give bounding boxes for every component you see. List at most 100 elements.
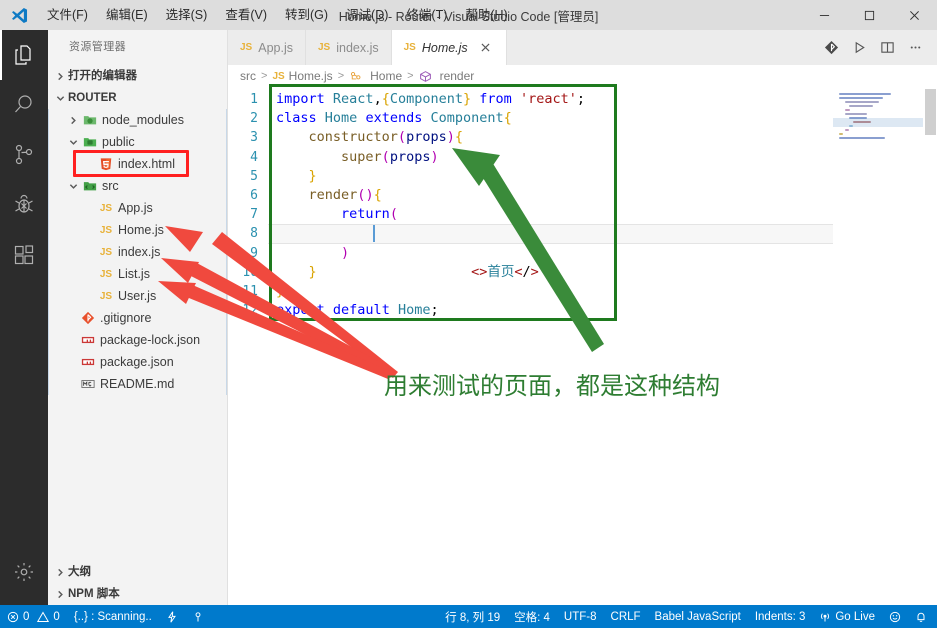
menu-help[interactable]: 帮助(H) — [456, 0, 516, 30]
code-line[interactable]: class Home extends Component{ — [268, 109, 937, 128]
menu-terminal[interactable]: 终端(T) — [397, 0, 456, 30]
sidebar-title: 资源管理器 — [69, 41, 126, 53]
editor-group: JS App.js JS index.js JS Home.js src > J… — [228, 30, 937, 605]
js-icon: JS — [99, 224, 113, 236]
minimize-button[interactable] — [802, 0, 847, 30]
sidebar-section-project[interactable]: ROUTER — [48, 87, 227, 109]
status-language-mode[interactable]: Babel JavaScript — [648, 605, 748, 628]
code-line[interactable]: export default Home; — [268, 301, 937, 320]
folder-src-icon — [81, 175, 99, 197]
code-line[interactable]: ) — [268, 244, 937, 263]
tree-item-label: Home.js — [118, 223, 164, 237]
vscode-window: 文件(F) 编辑(E) 选择(S) 查看(V) 转到(G) 调试(D) 终端(T… — [0, 0, 937, 628]
sidebar-section-outline[interactable]: 大纲 — [48, 561, 227, 583]
tree-item-label: README.md — [100, 377, 175, 391]
status-eol[interactable]: CRLF — [604, 605, 648, 628]
tree-item-src[interactable]: src — [49, 175, 226, 197]
tree-item-package-lock-json[interactable]: package-lock.json — [49, 329, 226, 351]
line-number: 12 — [242, 303, 258, 319]
tab-label: index.js — [336, 40, 379, 55]
status-indents[interactable]: Indents: 3 — [748, 605, 813, 628]
menu-file[interactable]: 文件(F) — [38, 0, 97, 30]
tree-item-home-js[interactable]: JS Home.js — [49, 219, 226, 241]
ellipsis-icon[interactable] — [901, 30, 929, 65]
activity-settings[interactable] — [0, 547, 48, 597]
activity-extensions[interactable] — [0, 230, 48, 280]
text-cursor — [373, 225, 376, 243]
code-line[interactable]: } — [268, 282, 937, 301]
tree-item-app-js[interactable]: JS App.js — [49, 197, 226, 219]
code-line[interactable]: } — [268, 263, 937, 282]
git-icon[interactable] — [817, 30, 845, 65]
status-problems[interactable]: 0 0 — [0, 605, 67, 628]
sidebar-section-npm-scripts[interactable]: NPM 脚本 — [48, 583, 227, 605]
breadcrumb-item-home-js[interactable]: JS Home.js — [272, 69, 332, 83]
activity-search[interactable] — [0, 80, 48, 130]
menu-view[interactable]: 查看(V) — [216, 0, 276, 30]
maximize-button[interactable] — [847, 0, 892, 30]
menu-goto[interactable]: 转到(G) — [276, 0, 337, 30]
project-label: ROUTER — [68, 92, 117, 104]
breadcrumb-label: Home — [370, 69, 403, 83]
open-editors-label: 打开的编辑器 — [68, 70, 137, 82]
line-number: 9 — [250, 245, 258, 261]
code-lines[interactable]: import React,{Component} from 'react'; c… — [268, 87, 937, 605]
tree-item-list-js[interactable]: JS List.js — [49, 263, 226, 285]
code-line[interactable]: return( — [268, 205, 937, 224]
line-number: 3 — [250, 130, 258, 146]
tree-item-index-js[interactable]: JS index.js — [49, 241, 226, 263]
code-editor[interactable]: 1 2 3 4 5 6 7 8 9 10 11 12 import React,… — [228, 87, 937, 605]
status-live-share[interactable] — [159, 605, 185, 628]
split-editor-icon[interactable] — [873, 30, 901, 65]
tree-item-user-js[interactable]: JS User.js — [49, 285, 226, 307]
tree-item-readme-md[interactable]: README.md — [49, 373, 226, 395]
play-icon[interactable] — [845, 30, 873, 65]
tree-item-node-modules[interactable]: node_modules — [49, 109, 226, 131]
chevron-down-icon — [52, 87, 68, 109]
status-scanning[interactable]: {..} : Scanning.. — [67, 605, 159, 628]
status-notifications[interactable] — [908, 605, 937, 628]
file-tree: node_modules public index.html src JS Ap… — [48, 109, 227, 395]
code-line[interactable]: render(){ — [268, 186, 937, 205]
status-ports[interactable] — [185, 605, 211, 628]
close-button[interactable] — [892, 0, 937, 30]
scrollbar-thumb[interactable] — [925, 89, 936, 135]
tab-app-js[interactable]: JS App.js — [228, 30, 306, 65]
menu-edit[interactable]: 编辑(E) — [97, 0, 157, 30]
breadcrumb-item-home-class[interactable]: Home — [349, 69, 402, 83]
sidebar-section-open-editors[interactable]: 打开的编辑器 — [48, 65, 227, 87]
editor-scrollbar[interactable] — [923, 87, 937, 605]
tree-item-label: .gitignore — [100, 311, 152, 325]
close-icon[interactable] — [478, 40, 494, 56]
status-encoding[interactable]: UTF-8 — [557, 605, 604, 628]
activity-explorer[interactable] — [0, 30, 48, 80]
menu-debug[interactable]: 调试(D) — [337, 0, 397, 30]
tab-home-js[interactable]: JS Home.js — [391, 30, 507, 65]
tree-item-public[interactable]: public — [49, 131, 226, 153]
tab-index-js[interactable]: JS index.js — [305, 30, 392, 65]
chevron-down-icon[interactable] — [65, 131, 81, 153]
code-line-current[interactable]: <>首页</> — [268, 224, 937, 280]
code-line[interactable]: constructor(props){ — [268, 128, 937, 147]
code-line[interactable]: import React,{Component} from 'react'; — [268, 90, 937, 109]
html5-icon — [97, 153, 115, 175]
breadcrumb-item-render-method[interactable]: render — [419, 69, 474, 83]
activity-debug[interactable] — [0, 180, 48, 230]
menu-selection[interactable]: 选择(S) — [157, 0, 217, 30]
tree-item-gitignore[interactable]: .gitignore — [49, 307, 226, 329]
chevron-right-icon — [52, 583, 68, 605]
status-cursor-position[interactable]: 行 8, 列 19 — [438, 605, 507, 628]
chevron-right-icon[interactable] — [65, 109, 81, 131]
tree-item-package-json[interactable]: package.json — [49, 351, 226, 373]
status-go-live[interactable]: Go Live — [812, 605, 882, 628]
status-indentation[interactable]: 空格: 4 — [507, 605, 557, 628]
status-feedback[interactable] — [882, 605, 908, 628]
tree-item-index-html[interactable]: index.html — [49, 153, 226, 175]
code-line[interactable]: super(props) — [268, 148, 937, 167]
breadcrumb-item-src[interactable]: src — [240, 69, 256, 83]
chevron-down-icon[interactable] — [65, 175, 81, 197]
activity-source-control[interactable] — [0, 130, 48, 180]
code-line[interactable]: } — [268, 167, 937, 186]
js-icon: JS — [317, 42, 331, 53]
line-number: 1 — [250, 92, 258, 107]
